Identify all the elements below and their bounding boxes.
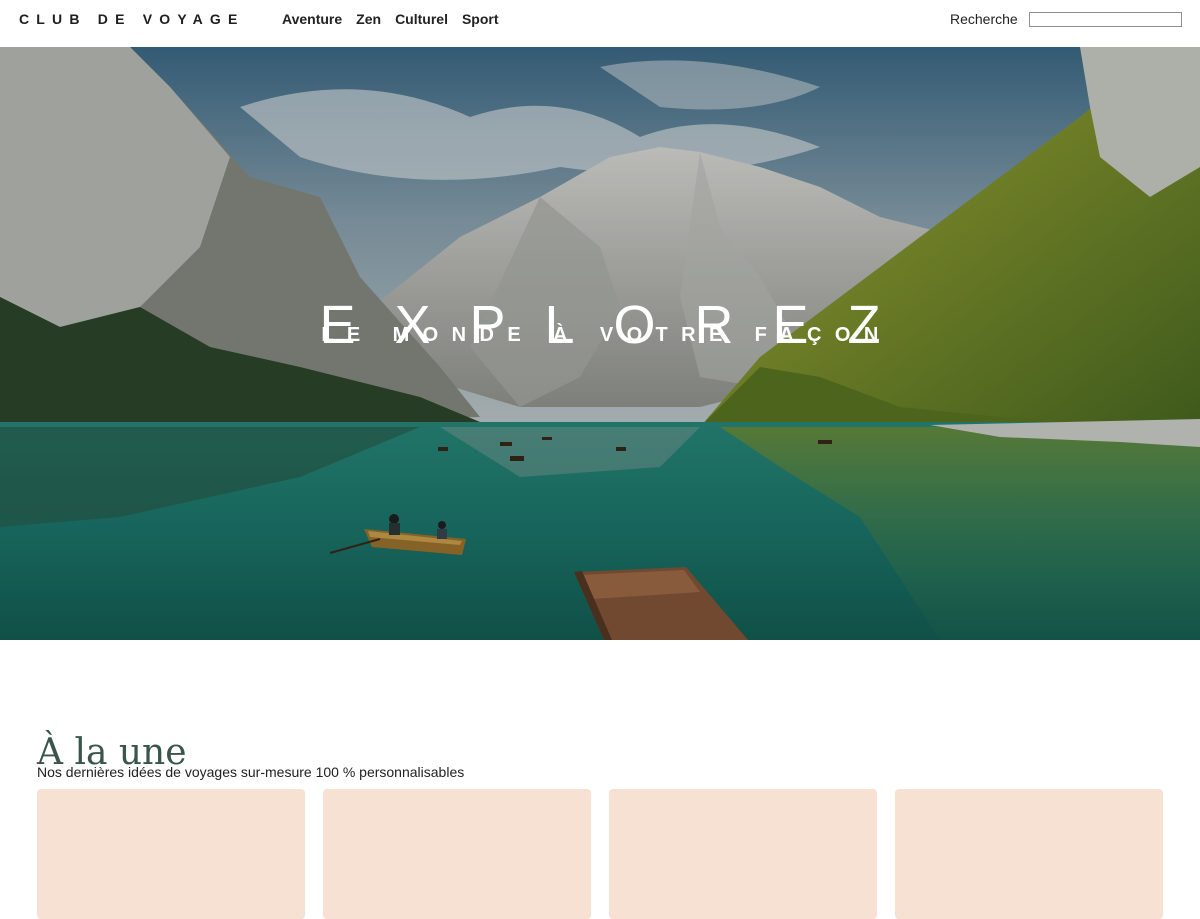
- hero-banner: EXPLOREZ LE MONDE À VOTRE FAÇON: [0, 47, 1200, 640]
- top-navbar: CLUB DE VOYAGE Aventure Zen Culturel Spo…: [0, 0, 1200, 47]
- site-logo[interactable]: CLUB DE VOYAGE: [19, 11, 245, 27]
- hero-subtitle: LE MONDE À VOTRE FAÇON: [321, 324, 892, 346]
- nav-link-zen[interactable]: Zen: [356, 11, 381, 27]
- main-nav: Aventure Zen Culturel Sport: [282, 11, 499, 27]
- search-label: Recherche: [950, 11, 1018, 27]
- featured-subtitle: Nos dernières idées de voyages sur-mesur…: [37, 764, 465, 780]
- nav-link-culturel[interactable]: Culturel: [395, 11, 448, 27]
- nav-link-sport[interactable]: Sport: [462, 11, 499, 27]
- nav-link-aventure[interactable]: Aventure: [282, 11, 342, 27]
- search-input[interactable]: [1029, 12, 1182, 27]
